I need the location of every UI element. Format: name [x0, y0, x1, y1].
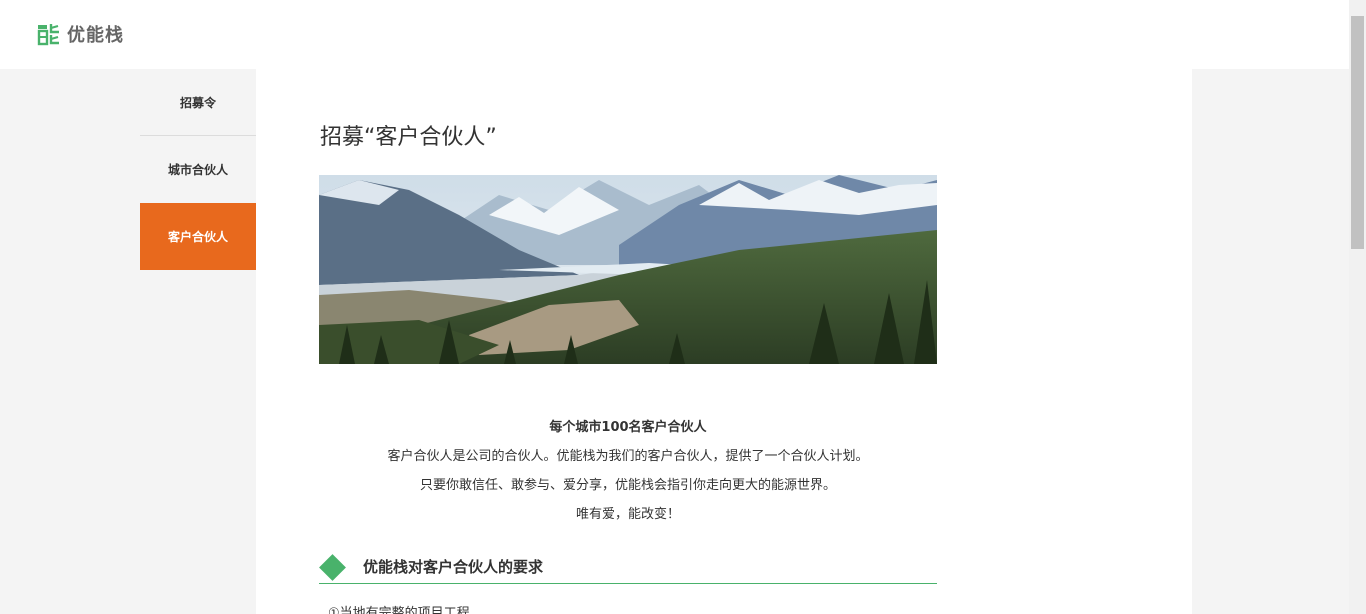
neng-logo-icon: [37, 24, 59, 46]
scrollbar[interactable]: [1349, 0, 1366, 614]
section-title: 优能栈对客户合伙人的要求: [363, 558, 544, 576]
sidebar-item-city-partner[interactable]: 城市合伙人: [140, 136, 256, 203]
intro-headline: 每个城市100名客户合伙人: [549, 420, 707, 435]
header: 优能栈: [0, 0, 1349, 69]
sidebar-item-label: 客户合伙人: [167, 230, 228, 244]
sidebar-item-customer-partner[interactable]: 客户合伙人: [140, 203, 256, 270]
intro-line: 客户合伙人是公司的合伙人。优能栈为我们的客户合伙人，提供了一个合伙人计划。: [387, 449, 869, 464]
page-title: 招募“客户合伙人”: [320, 125, 497, 150]
main-content: 招募“客户合伙人” 每个城市100名客户合伙人 客户合伙人是公司的合伙人。优能栈…: [256, 69, 1192, 614]
intro-line: 只要你敢信任、敢参与、爱分享，优能栈会指引你走向更大的能源世界。: [419, 478, 836, 493]
brand-name: 优能栈: [67, 25, 124, 46]
brand-logo[interactable]: 优能栈: [37, 20, 124, 48]
sidebar-item-label: 城市合伙人: [167, 163, 228, 177]
hero-image: [319, 175, 937, 364]
intro-line: 唯有爱，能改变！: [575, 507, 680, 522]
sidebar-item-recruitment[interactable]: 招募令: [140, 69, 256, 136]
requirements-section-header: 优能栈对客户合伙人的要求: [319, 554, 937, 584]
requirement-item: ①当地有完整的项目工程: [328, 606, 470, 614]
scrollbar-thumb[interactable]: [1351, 16, 1364, 249]
sidebar: 招募令 城市合伙人 客户合伙人: [140, 69, 256, 614]
sidebar-item-label: 招募令: [179, 95, 216, 110]
intro-text: 每个城市100名客户合伙人 客户合伙人是公司的合伙人。优能栈为我们的客户合伙人，…: [319, 417, 937, 533]
diamond-icon: [319, 554, 346, 581]
